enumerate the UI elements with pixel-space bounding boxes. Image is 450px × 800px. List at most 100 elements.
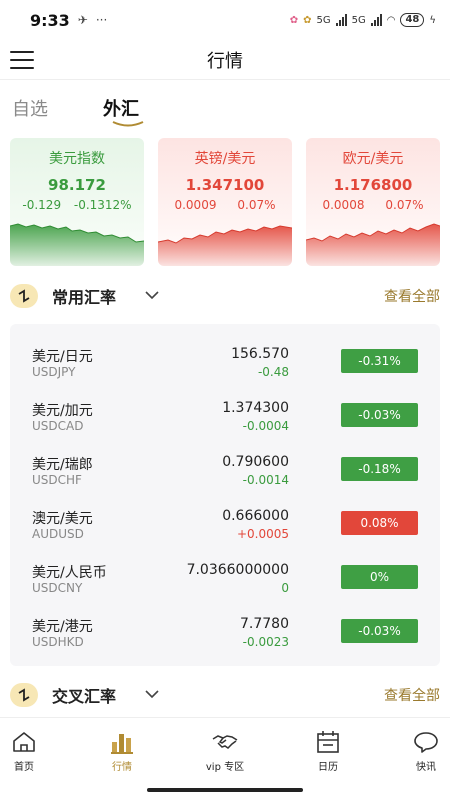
pair-name: 澳元/美元 [32, 511, 93, 527]
card-name: 欧元/美元 [342, 151, 404, 167]
hamburger-menu-icon[interactable] [10, 51, 34, 69]
change-pct-badge: 0.08% [341, 511, 418, 535]
pair-price: 156.570 [231, 346, 289, 362]
notification-icon: ✈ [77, 13, 88, 27]
section-title: 交叉汇率 [52, 687, 117, 706]
tab-label: 行情 [112, 762, 132, 773]
app-notification-icon-2: ✿ [303, 14, 312, 26]
pair-price: 7.7780 [240, 616, 289, 632]
signal-icon-2 [370, 14, 382, 26]
pair-change: -0.48 [257, 365, 289, 379]
tab-label: vip 专区 [205, 762, 245, 773]
chevron-down-icon[interactable] [144, 289, 160, 301]
common-rates-header: 常用汇率 查看全部 [0, 281, 450, 311]
table-row[interactable]: 美元/瑞郎 USDCHF 0.790600 -0.0014 -0.18% [10, 440, 440, 494]
exchange-icon [10, 683, 38, 707]
card-change: 0.0008 [322, 198, 365, 212]
section-title: 常用汇率 [52, 288, 117, 307]
change-pct-badge: -0.03% [341, 619, 418, 643]
charging-icon: ϟ [429, 14, 436, 26]
handshake-icon [212, 735, 238, 749]
change-pct-badge: 0% [341, 565, 418, 589]
chevron-down-icon[interactable] [144, 688, 160, 700]
rate-list: 美元/日元 USDJPY 156.570 -0.48 -0.31% 美元/加元 … [10, 324, 440, 666]
tab-forex[interactable]: 外汇 [103, 95, 139, 121]
card-eur-usd[interactable]: 欧元/美元 1.176800 0.0008 0.07% [306, 138, 440, 266]
table-row[interactable]: 美元/港元 USDHKD 7.7780 -0.0023 -0.03% [10, 602, 440, 656]
card-gbp-usd[interactable]: 英镑/美元 1.347100 0.0009 0.07% [158, 138, 292, 266]
change-pct-badge: -0.18% [341, 457, 418, 481]
pair-name: 美元/港元 [32, 619, 93, 635]
tab-watchlist[interactable]: 自选 [12, 95, 48, 121]
status-indicators: ✿ ✿ 5G 5G ◠ 48 ϟ [290, 13, 436, 27]
pair-price: 7.0366000000 [186, 562, 289, 578]
change-pct-badge: -0.03% [341, 403, 418, 427]
pair-name: 美元/日元 [32, 349, 93, 365]
pair-code: USDCAD [32, 419, 84, 433]
pair-change: -0.0014 [242, 473, 289, 487]
wifi-icon: ◠ [386, 14, 396, 26]
tab-news[interactable]: 快讯 [396, 718, 450, 778]
pair-name: 美元/人民币 [32, 565, 107, 581]
card-changes: 0.0008 0.07% [306, 198, 440, 212]
pair-price: 1.374300 [222, 400, 289, 416]
tab-label: 日历 [318, 762, 338, 773]
exchange-icon [10, 284, 38, 308]
pair-price: 0.666000 [222, 508, 289, 524]
card-change: 0.0009 [174, 198, 217, 212]
cross-rates-header: 交叉汇率 查看全部 [0, 680, 450, 710]
app-notification-icon: ✿ [289, 14, 299, 26]
view-all-link[interactable]: 查看全部 [384, 286, 440, 306]
pair-code: USDCHF [32, 473, 82, 487]
pair-code: USDHKD [32, 635, 84, 649]
signal-icon [335, 14, 347, 26]
table-row[interactable]: 澳元/美元 AUDUSD 0.666000 +0.0005 0.08% [10, 494, 440, 548]
card-changes: -0.129 -0.1312% [10, 198, 144, 212]
pair-price: 0.790600 [222, 454, 289, 470]
sparkline-chart [306, 223, 440, 266]
pair-change: +0.0005 [236, 527, 289, 541]
top-bar: 行情 [0, 40, 450, 80]
pair-change: -0.0004 [242, 419, 289, 433]
table-row[interactable]: 美元/日元 USDJPY 156.570 -0.48 -0.31% [10, 332, 440, 386]
pair-change: 0 [281, 581, 289, 595]
card-usd-index[interactable]: 美元指数 98.172 -0.129 -0.1312% [10, 138, 144, 266]
chat-bubble-icon [414, 732, 438, 753]
sparkline-chart [10, 223, 144, 266]
card-price: 1.176800 [333, 176, 413, 194]
pair-name: 美元/瑞郎 [32, 457, 93, 473]
tab-market[interactable]: 行情 [92, 718, 152, 778]
card-price: 1.347100 [185, 176, 265, 194]
network-label-2: 5G [351, 14, 366, 26]
status-bar: 9:33 ✈ ··· ✿ ✿ 5G 5G ◠ 48 ϟ [0, 0, 450, 40]
battery-icon: 48 [400, 13, 425, 27]
home-icon [13, 732, 35, 752]
tab-label: 快讯 [416, 762, 436, 773]
sparkline-chart [158, 225, 292, 266]
home-indicator[interactable] [147, 788, 303, 792]
card-price: 98.172 [48, 176, 106, 194]
table-row[interactable]: 美元/人民币 USDCNY 7.0366000000 0 0% [10, 548, 440, 602]
tab-home[interactable]: 首页 [0, 718, 54, 778]
change-pct-badge: -0.31% [341, 349, 418, 373]
status-time: 9:33 [30, 10, 70, 30]
tab-label: 首页 [14, 762, 34, 773]
tab-calendar[interactable]: 日历 [298, 718, 358, 778]
card-name: 英镑/美元 [194, 151, 256, 167]
bottom-tab-bar: 首页 行情 vip 专区 日历 快讯 [0, 717, 450, 782]
pair-change: -0.0023 [242, 635, 289, 649]
bar-chart-icon [111, 734, 133, 754]
index-cards: 美元指数 98.172 -0.129 -0.1312% 英镑/美元 1.3471… [0, 138, 450, 266]
card-name: 美元指数 [49, 151, 105, 167]
tab-vip[interactable]: vip 专区 [195, 718, 255, 778]
card-change-pct: 0.07% [385, 198, 424, 212]
card-change-pct: 0.07% [237, 198, 276, 212]
table-row[interactable]: 美元/加元 USDCAD 1.374300 -0.0004 -0.03% [10, 386, 440, 440]
more-notifications: ··· [95, 13, 108, 27]
active-tab-underline [112, 121, 144, 127]
card-change-pct: -0.1312% [73, 198, 132, 212]
card-change: -0.129 [22, 198, 62, 212]
pair-code: AUDUSD [32, 527, 84, 541]
pair-code: USDCNY [32, 581, 83, 595]
view-all-link[interactable]: 查看全部 [384, 685, 440, 705]
